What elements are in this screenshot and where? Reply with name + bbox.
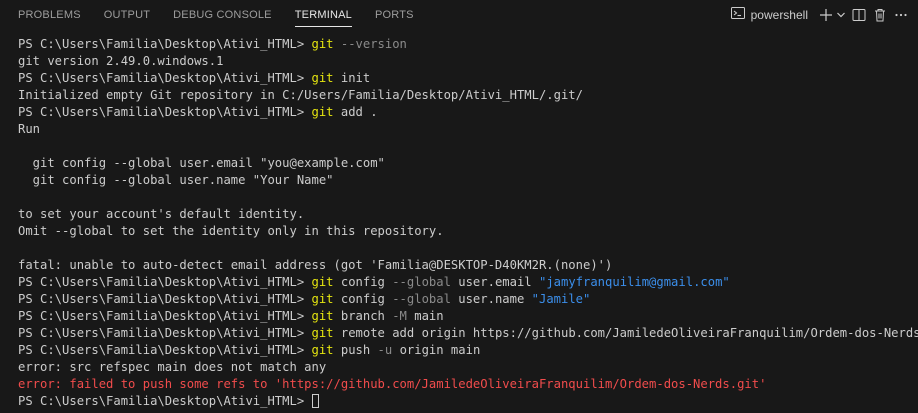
terminal-text: error: failed to push some refs to 'http… <box>18 377 767 391</box>
terminal-text: "jamyfranquilim@gmail.com" <box>538 275 730 289</box>
terminal-line: error: src refspec main does not match a… <box>18 359 918 376</box>
shell-label: powershell <box>750 8 808 22</box>
terminal-text: push <box>333 343 378 357</box>
terminal-line: PS C:\Users\Familia\Desktop\Ativi_HTML> … <box>18 104 918 121</box>
chevron-down-icon <box>835 7 847 23</box>
terminal-line: git config --global user.email "you@exam… <box>18 155 918 172</box>
tab-terminal[interactable]: TERMINAL <box>294 0 353 30</box>
launch-profile-button[interactable] <box>835 4 847 26</box>
terminal-text: PS C:\Users\Familia\Desktop\Ativi_HTML> <box>18 71 312 85</box>
terminal-text: init <box>333 71 371 85</box>
terminal-text: PS C:\Users\Familia\Desktop\Ativi_HTML> <box>18 343 312 357</box>
terminal-cursor <box>311 394 319 408</box>
terminal-text: main <box>406 309 444 323</box>
terminal-text: git version 2.49.0.windows.1 <box>18 54 224 68</box>
terminal-line: PS C:\Users\Familia\Desktop\Ativi_HTML> … <box>18 36 918 53</box>
terminal-line: Initialized empty Git repository in C:/U… <box>18 87 918 104</box>
terminal-text: git <box>311 275 334 289</box>
terminal-text: Omit --global to set the identity only i… <box>18 224 444 238</box>
kill-terminal-button[interactable] <box>871 4 889 26</box>
terminal-text: PS C:\Users\Familia\Desktop\Ativi_HTML> <box>18 394 312 408</box>
trash-icon <box>872 7 888 23</box>
terminal-line: PS C:\Users\Familia\Desktop\Ativi_HTML> … <box>18 342 918 359</box>
terminal-text: git <box>311 326 334 340</box>
terminal-text: user.name <box>450 292 532 306</box>
terminal-text: fatal: unable to auto-detect email addre… <box>18 258 613 272</box>
terminal-text: --global <box>392 275 451 289</box>
terminal-text: PS C:\Users\Familia\Desktop\Ativi_HTML> <box>18 37 312 51</box>
terminal-line: error: failed to push some refs to 'http… <box>18 376 918 393</box>
panel-tabs: PROBLEMS OUTPUT DEBUG CONSOLE TERMINAL P… <box>0 0 437 30</box>
terminal-line: PS C:\Users\Familia\Desktop\Ativi_HTML> <box>18 393 918 410</box>
terminal-text: git <box>311 71 334 85</box>
terminal-line: PS C:\Users\Familia\Desktop\Ativi_HTML> … <box>18 70 918 87</box>
terminal-text: git config --global user.email "you@exam… <box>18 156 385 170</box>
terminal-text: add . <box>333 105 378 119</box>
terminal-text: git <box>311 343 334 357</box>
terminal-line: to set your account's default identity. <box>18 206 918 223</box>
terminal-line: PS C:\Users\Familia\Desktop\Ativi_HTML> … <box>18 274 918 291</box>
terminal-text: --global <box>392 292 451 306</box>
terminal-line: Omit --global to set the identity only i… <box>18 223 918 240</box>
terminal-line: PS C:\Users\Familia\Desktop\Ativi_HTML> … <box>18 291 918 308</box>
terminal-text: Run <box>18 122 41 136</box>
terminal-text: config <box>333 275 393 289</box>
terminal-text: Initialized empty Git repository in C:/U… <box>18 88 583 102</box>
terminal-text: PS C:\Users\Familia\Desktop\Ativi_HTML> <box>18 275 312 289</box>
panel-tab-bar: PROBLEMS OUTPUT DEBUG CONSOLE TERMINAL P… <box>0 0 918 30</box>
tab-ports[interactable]: PORTS <box>375 0 414 30</box>
terminal-text: config <box>333 292 393 306</box>
terminal-text: --version <box>333 37 407 51</box>
terminal-text: git <box>311 309 334 323</box>
terminal-text: user.email <box>450 275 539 289</box>
terminal-line: fatal: unable to auto-detect email addre… <box>18 257 918 274</box>
terminal-line: git version 2.49.0.windows.1 <box>18 53 918 70</box>
terminal-text: -M <box>392 309 407 323</box>
terminal-panel: PROBLEMS OUTPUT DEBUG CONSOLE TERMINAL P… <box>0 0 918 413</box>
terminal-text: error: src refspec main does not match a… <box>18 360 327 374</box>
terminal-text: -u <box>377 343 393 357</box>
terminal-line: PS C:\Users\Familia\Desktop\Ativi_HTML> … <box>18 325 918 342</box>
terminal-icon <box>730 5 746 26</box>
tab-debug-console[interactable]: DEBUG CONSOLE <box>173 0 272 30</box>
terminal-text: PS C:\Users\Familia\Desktop\Ativi_HTML> <box>18 309 312 323</box>
terminal-text: git <box>311 105 334 119</box>
shell-picker-button[interactable]: powershell <box>730 4 808 26</box>
terminal-line: git config --global user.name "Your Name… <box>18 172 918 189</box>
split-terminal-button[interactable] <box>850 4 868 26</box>
terminal-text: remote add origin https://github.com/Jam… <box>333 326 918 340</box>
tab-output[interactable]: OUTPUT <box>104 0 150 30</box>
terminal-text: git <box>311 37 334 51</box>
terminal-actions: powershell <box>730 0 918 30</box>
terminal-line: PS C:\Users\Familia\Desktop\Ativi_HTML> … <box>18 308 918 325</box>
terminal-text: PS C:\Users\Familia\Desktop\Ativi_HTML> <box>18 292 312 306</box>
more-actions-button[interactable] <box>892 4 910 26</box>
terminal-line: Run <box>18 121 918 138</box>
terminal-text: PS C:\Users\Familia\Desktop\Ativi_HTML> <box>18 326 312 340</box>
split-icon <box>851 7 867 23</box>
ellipsis-icon <box>893 7 909 23</box>
terminal-output[interactable]: PS C:\Users\Familia\Desktop\Ativi_HTML> … <box>18 36 918 410</box>
terminal-text: "Jamile" <box>531 292 591 306</box>
terminal-text: git <box>311 292 334 306</box>
terminal-text: origin main <box>392 343 481 357</box>
new-terminal-button[interactable] <box>817 4 835 26</box>
terminal-text: branch <box>333 309 393 323</box>
tab-problems[interactable]: PROBLEMS <box>18 0 81 30</box>
plus-icon <box>818 7 834 23</box>
terminal-text: to set your account's default identity. <box>18 207 305 221</box>
terminal-text: PS C:\Users\Familia\Desktop\Ativi_HTML> <box>18 105 312 119</box>
terminal-text: git config --global user.name "Your Name… <box>18 173 334 187</box>
